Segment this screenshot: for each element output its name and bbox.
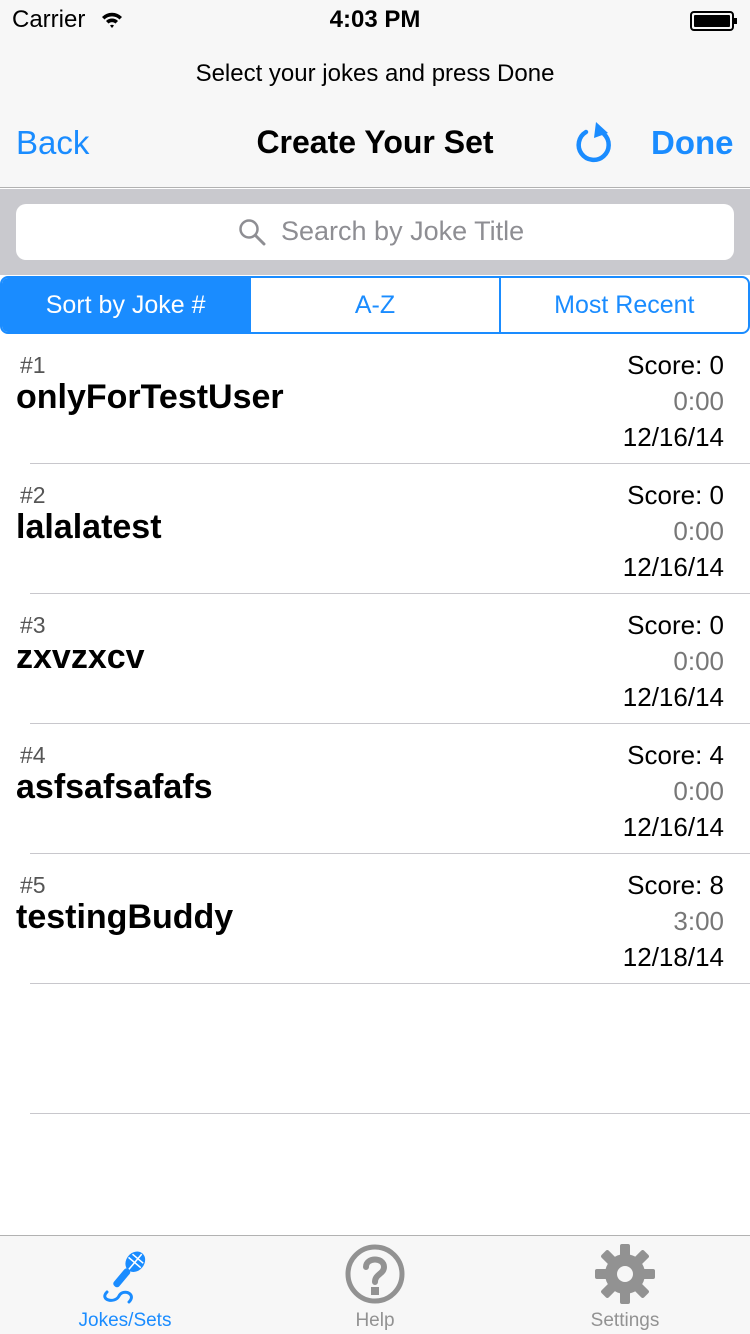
joke-date: 12/16/14 [622,682,724,712]
joke-score: Score: 0 [627,480,724,510]
sort-most-recent-tab[interactable]: Most Recent [501,278,748,332]
microphone-icon [103,1251,146,1304]
joke-duration: 0:00 [673,516,724,546]
sort-a-z-tab[interactable]: A-Z [251,278,501,332]
joke-date: 12/18/14 [622,942,724,972]
status-bar: Carrier 4:03 PM [0,0,750,40]
joke-row[interactable]: #2 lalalatest Score: 0 0:00 12/16/14 [0,464,750,594]
joke-row[interactable]: #1 onlyForTestUser Score: 0 0:00 12/16/1… [0,334,750,464]
joke-list: #1 onlyForTestUser Score: 0 0:00 12/16/1… [0,334,750,1114]
joke-number: #2 [20,482,46,508]
joke-number: #3 [20,612,46,638]
empty-row [0,984,750,1114]
joke-duration: 0:00 [673,386,724,416]
joke-date: 12/16/14 [622,552,724,582]
joke-title: asfsafsafafs [16,768,213,806]
joke-duration: 3:00 [673,906,724,936]
search-icon [239,219,266,246]
tab-help[interactable]: Help [250,1236,500,1334]
clock: 4:03 PM [329,6,421,33]
joke-row[interactable]: #5 testingBuddy Score: 8 3:00 12/18/14 [0,854,750,984]
joke-row[interactable]: #4 asfsafsafafs Score: 4 0:00 12/16/14 [0,724,750,854]
joke-date: 12/16/14 [622,422,724,452]
tab-label: Help [355,1310,395,1331]
instruction-prompt: Select your jokes and press Done [195,60,555,87]
tab-label: Jokes/Sets [78,1310,172,1331]
refresh-icon[interactable] [574,120,616,166]
tab-settings[interactable]: Settings [500,1236,750,1334]
joke-score: Score: 4 [627,740,724,770]
search-bar: Search by Joke Title [0,189,750,275]
joke-score: Score: 0 [627,610,724,640]
page-title: Create Your Set [256,124,494,160]
question-icon [345,1244,405,1304]
battery-icon [690,11,737,31]
tab-jokes-sets[interactable]: Jokes/Sets [0,1236,250,1334]
joke-title: zxvzxcv [16,638,145,676]
tab-bar: Jokes/Sets Help Settings [0,1235,750,1334]
joke-title: lalalatest [16,508,162,546]
sort-segmented-control: Sort by Joke # A-Z Most Recent [0,276,750,334]
joke-title: onlyForTestUser [16,378,284,416]
joke-number: #5 [20,872,46,898]
row-divider [30,1113,750,1114]
navigation-header: Carrier 4:03 PM Select your jokes and pr… [0,0,750,188]
joke-duration: 0:00 [673,776,724,806]
tab-label: Settings [590,1310,660,1331]
joke-row[interactable]: #3 zxvzxcv Score: 0 0:00 12/16/14 [0,594,750,724]
sort-by-number-tab[interactable]: Sort by Joke # [2,278,252,332]
joke-score: Score: 0 [627,350,724,380]
joke-number: #1 [20,352,46,378]
search-placeholder: Search by Joke Title [281,216,525,246]
joke-title: testingBuddy [16,898,234,936]
gear-icon [595,1244,655,1304]
done-button[interactable]: Done [651,124,734,162]
joke-score: Score: 8 [627,870,724,900]
joke-duration: 0:00 [673,646,724,676]
search-input[interactable]: Search by Joke Title [16,204,734,260]
joke-date: 12/16/14 [622,812,724,842]
joke-number: #4 [20,742,46,768]
